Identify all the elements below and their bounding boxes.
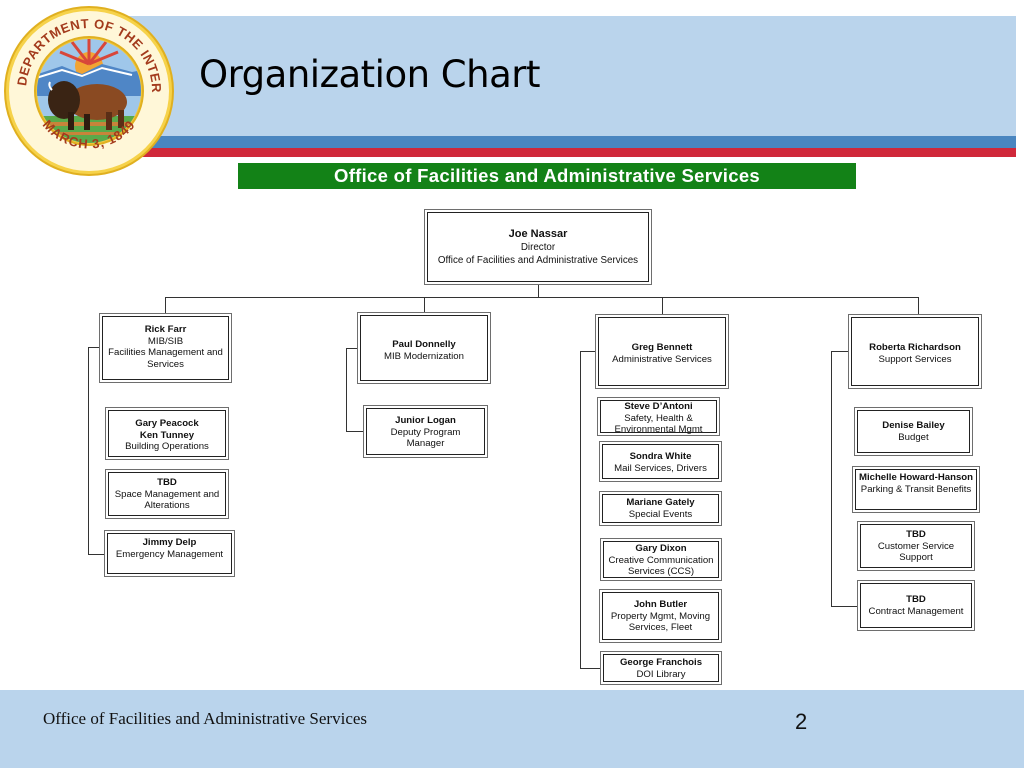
org-box-staff: Denise Bailey Budget [854, 407, 973, 456]
connector [580, 668, 600, 669]
role-text: Deputy Program Manager [390, 426, 461, 450]
org-box-director: Joe Nassar Director Office of Facilities… [424, 209, 652, 285]
person-name: Mariane Gately [626, 497, 695, 508]
role-text: Customer Service Support [877, 540, 955, 564]
person-name: Steve D’Antoni [624, 401, 693, 412]
role-text: Budget [898, 431, 929, 443]
footer-text: Office of Facilities and Administrative … [43, 709, 368, 728]
person-name: Roberta Richardson [869, 342, 961, 353]
connector [831, 351, 832, 606]
person-name: TBD [906, 529, 926, 540]
role-text: Creative Communication Services (CCS) [608, 554, 714, 578]
org-box-staff: Junior Logan Deputy Program Manager [363, 405, 488, 458]
person-name: Rick Farr [144, 324, 187, 335]
person-name: Michelle Howard-Hanson [858, 472, 974, 483]
connector [918, 297, 919, 315]
role-text: MIB Modernization [384, 350, 464, 362]
org-box-staff: Steve D’Antoni Safety, Health & Environm… [597, 397, 720, 436]
person-name: Sondra White [629, 451, 692, 462]
org-box-division-head: Rick Farr MIB/SIB Facilities Management … [99, 313, 232, 383]
director-name: Joe Nassar [508, 228, 568, 240]
org-box-staff: Sondra White Mail Services, Drivers [599, 441, 722, 482]
doi-seal-icon: U.S. DEPARTMENT OF THE INTERIOR MARCH 3,… [2, 4, 174, 176]
role-text: Safety, Health & Environmental Mgmt [614, 412, 703, 436]
connector [88, 347, 99, 348]
role-text: Emergency Management [115, 548, 224, 560]
person-name: TBD [157, 477, 177, 488]
connector [88, 347, 89, 554]
role-text: Facilities Management and Services [108, 347, 223, 370]
org-box-division-head: Roberta Richardson Support Services [848, 314, 982, 389]
connector [165, 297, 919, 298]
person-name: Gary Dixon [635, 543, 687, 554]
person-name: Gary Peacock [135, 418, 199, 429]
person-name: Junior Logan [395, 415, 456, 426]
connector [346, 348, 347, 431]
role-text: Space Management and Alterations [114, 488, 220, 512]
org-box-staff: TBD Customer Service Support [857, 521, 975, 571]
role-text: Parking & Transit Benefits [860, 483, 972, 495]
person-name: Denise Bailey [882, 420, 945, 431]
person-name: TBD [906, 594, 926, 605]
director-office: Office of Facilities and Administrative … [437, 255, 639, 266]
org-box-staff: Gary Peacock Ken Tunney Building Operati… [105, 407, 229, 460]
person-name: Jimmy Delp [142, 537, 197, 548]
connector [538, 284, 539, 297]
role-text: Special Events [628, 508, 693, 520]
person-name: Greg Bennett [631, 342, 693, 353]
connector [424, 297, 425, 312]
person-name: George Franchois [619, 657, 703, 668]
connector [662, 297, 663, 315]
person-name: John Butler [633, 599, 688, 610]
page-number: 2 [795, 709, 808, 734]
role-text: MIB/SIB [147, 335, 184, 347]
connector [831, 351, 849, 352]
header-red-stripe [120, 148, 1016, 157]
director-title: Director [520, 242, 556, 253]
role-text: Support Services [878, 353, 952, 365]
person-name: Paul Donnelly [392, 339, 456, 350]
role-text: Mail Services, Drivers [614, 462, 707, 474]
office-banner: Office of Facilities and Administrative … [238, 163, 856, 189]
connector [165, 297, 166, 313]
org-box-staff: George Franchois DOI Library [600, 651, 722, 685]
connector [580, 351, 596, 352]
org-box-staff: Michelle Howard-Hanson Parking & Transit… [852, 466, 980, 513]
org-box-staff: Mariane Gately Special Events [599, 491, 722, 526]
role-text: Property Mgmt, Moving Services, Fleet [610, 610, 711, 634]
org-box-division-head: Greg Bennett Administrative Services [595, 314, 729, 389]
org-box-staff: TBD Contract Management [857, 580, 975, 631]
role-text: Administrative Services [612, 353, 712, 365]
role-text: Building Operations [125, 441, 209, 453]
org-box-division-head: Paul Donnelly MIB Modernization [357, 312, 491, 384]
role-text: Contract Management [868, 605, 964, 617]
footer-band [0, 690, 1024, 768]
org-box-staff: Gary Dixon Creative Communication Servic… [600, 538, 722, 581]
role-text: DOI Library [636, 668, 686, 680]
org-box-staff: Jimmy Delp Emergency Management [104, 530, 235, 577]
header-blue-stripe [120, 136, 1016, 148]
connector [580, 351, 581, 668]
org-box-staff: John Butler Property Mgmt, Moving Servic… [599, 589, 722, 643]
org-box-staff: TBD Space Management and Alterations [105, 469, 229, 519]
slide-title: Organization Chart [199, 53, 540, 96]
connector [831, 606, 857, 607]
person-name: Ken Tunney [139, 429, 195, 441]
connector [88, 554, 105, 555]
connector [346, 431, 364, 432]
